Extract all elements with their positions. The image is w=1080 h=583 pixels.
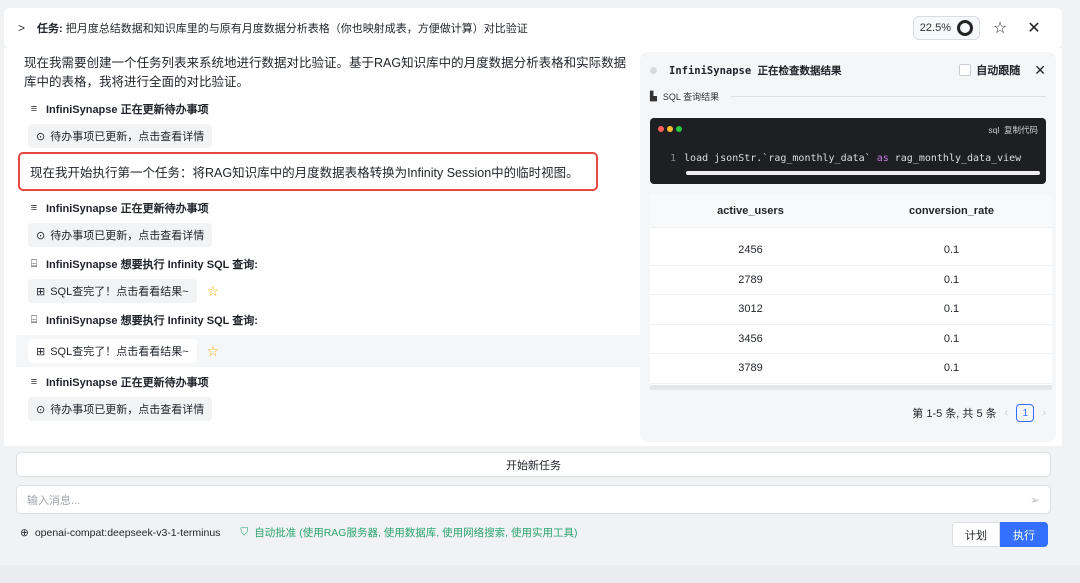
progress-ring-icon xyxy=(957,20,973,36)
code-line: 1 load jsonStr.`rag_monthly_data` as rag_… xyxy=(670,153,1022,164)
check-circle-icon: ⊙ xyxy=(36,403,46,416)
close-icon[interactable]: ✕ xyxy=(1034,62,1046,79)
check-circle-icon: ⊙ xyxy=(36,130,46,143)
task-title: 任务: 把月度总结数据和知识库里的与原有月度数据分析表格（你也映射成表，方便做计… xyxy=(37,23,528,35)
footer-bar xyxy=(0,565,1080,583)
todo-details-button[interactable]: ⊙ 待办事项已更新，点击查看详情 xyxy=(28,223,213,247)
sql-result-header: ▙ SQL 查询结果 xyxy=(640,88,1056,104)
list-icon: ≡ xyxy=(30,202,38,214)
todo-update-status: ≡ InfiniSynapse 正在更新待办事项 xyxy=(16,98,640,120)
window-dots-icon xyxy=(658,126,682,132)
table-row: 2456 0.1 xyxy=(650,236,1052,266)
progress-badge: 22.5% xyxy=(912,16,980,40)
table-row: 3456 0.1 xyxy=(650,325,1052,354)
main-area: 现在我需要创建一个任务列表来系统地进行数据对比验证。基于RAG知识库中的月度数据… xyxy=(4,48,1062,446)
table-row: 3012 0.1 xyxy=(650,295,1052,325)
task-bar: > 任务: 把月度总结数据和知识库里的与原有月度数据分析表格（你也映射成表，方便… xyxy=(4,8,1062,48)
sql-result-button[interactable]: ⊞ SQL查完了！点击看看结果~ xyxy=(28,339,197,363)
code-scrollbar[interactable] xyxy=(686,171,1040,175)
code-block: sql 复制代码 1 load jsonStr.`rag_monthly_data… xyxy=(650,118,1046,184)
todo-update-status: ≡ InfiniSynapse 正在更新待办事项 xyxy=(16,197,640,219)
new-task-button[interactable]: 开始新任务 xyxy=(16,452,1051,477)
table-header: active_users conversion_rate xyxy=(650,194,1052,228)
chat-log[interactable]: 现在我需要创建一个任务列表来系统地进行数据对比验证。基于RAG知识库中的月度数据… xyxy=(16,54,640,440)
model-selector[interactable]: openai-compat:deepseek-v3-1-terminus xyxy=(35,527,221,539)
run-button[interactable]: 执行 xyxy=(1000,522,1048,547)
todo-update-status: ≡ InfiniSynapse 正在更新待办事项 xyxy=(16,371,640,393)
status-dot-icon xyxy=(650,66,657,74)
auto-follow-checkbox[interactable]: 自动跟随 xyxy=(959,62,1020,78)
sql-query-status: ⌸ InfiniSynapse 想要执行 Infinity SQL 查询: xyxy=(16,309,640,331)
sql-result-button[interactable]: ⊞ SQL查完了！点击看看结果~ xyxy=(28,279,197,303)
result-table: active_users conversion_rate 2456 0.1 2789… xyxy=(650,194,1052,390)
todo-details-button[interactable]: ⊙ 待办事项已更新，点击查看详情 xyxy=(28,124,213,148)
copy-code-button[interactable]: 复制代码 xyxy=(1004,125,1038,135)
table-icon: ⊞ xyxy=(36,345,46,358)
checkbox-icon[interactable] xyxy=(959,64,972,76)
expand-chevron-icon[interactable]: > xyxy=(18,21,25,35)
sql-query-status: ⌸ InfiniSynapse 想要执行 Infinity SQL 查询: xyxy=(16,253,640,275)
code-language: sql xyxy=(988,125,1000,135)
model-icon: ⊕ xyxy=(20,526,29,539)
star-icon[interactable]: ☆ xyxy=(207,343,220,360)
close-icon[interactable]: ✕ xyxy=(1020,18,1048,38)
star-icon[interactable]: ☆ xyxy=(986,18,1014,38)
panel-title: InfiniSynapse 正在检查数据结果 xyxy=(669,64,842,77)
shield-icon: ⛉ xyxy=(240,526,249,538)
send-icon[interactable]: ➢ xyxy=(1030,493,1040,507)
list-icon: ≡ xyxy=(30,103,38,115)
table-row: 3789 0.1 xyxy=(650,354,1052,384)
todo-details-button[interactable]: ⊙ 待办事项已更新，点击查看详情 xyxy=(28,397,213,421)
database-icon: ⌸ xyxy=(30,313,38,326)
auto-approve-setting[interactable]: 自动批准 (使用RAG服务器, 使用数据库, 使用网络搜索, 使用实用工具) xyxy=(254,525,577,540)
highlighted-message: 现在我开始执行第一个任务：将RAG知识库中的月度数据表格转换为Infinity … xyxy=(18,152,598,191)
database-icon: ⌸ xyxy=(30,257,38,270)
pagination: 第 1-5 条, 共 5 条 ‹ 1 › xyxy=(912,404,1046,422)
plan-button[interactable]: 计划 xyxy=(952,522,1000,547)
star-icon[interactable]: ☆ xyxy=(207,283,220,300)
check-circle-icon: ⊙ xyxy=(36,229,46,242)
next-page-icon[interactable]: › xyxy=(1042,407,1046,419)
prev-page-icon[interactable]: ‹ xyxy=(1005,407,1009,419)
table-icon: ⊞ xyxy=(36,285,46,298)
result-panel: InfiniSynapse 正在检查数据结果 自动跟随 ✕ ▙ SQL 查询结果 … xyxy=(640,52,1056,442)
save-icon: ▙ xyxy=(650,90,657,101)
message-input[interactable]: 输入消息... ➢ xyxy=(16,485,1051,514)
table-scrollbar[interactable] xyxy=(650,385,1052,390)
list-icon: ≡ xyxy=(30,376,38,388)
page-button[interactable]: 1 xyxy=(1016,404,1035,422)
intro-message: 现在我需要创建一个任务列表来系统地进行数据对比验证。基于RAG知识库中的月度数据… xyxy=(24,56,627,89)
table-row: 2789 0.1 xyxy=(650,266,1052,295)
